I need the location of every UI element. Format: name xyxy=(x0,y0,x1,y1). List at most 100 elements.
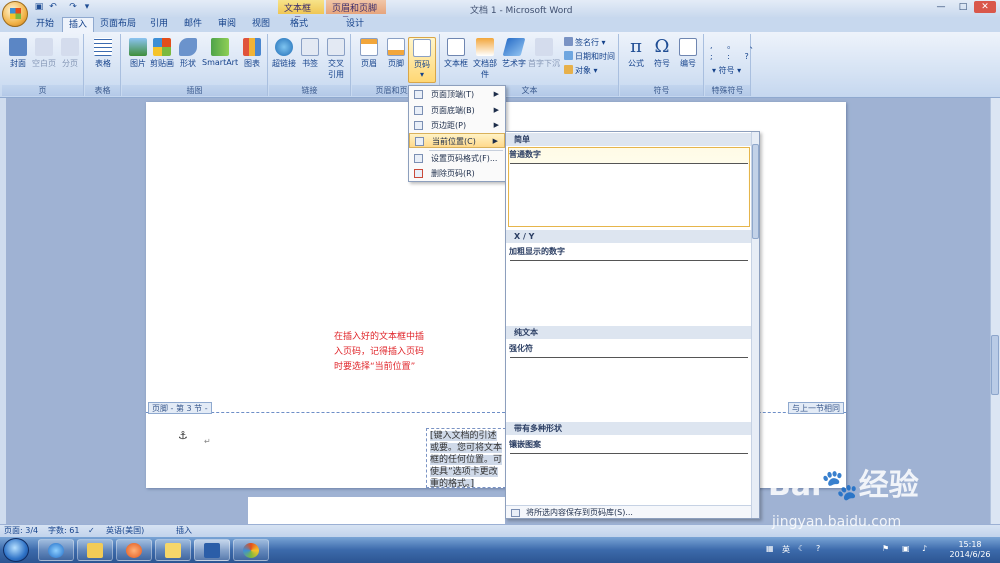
tab-format[interactable]: 格式 xyxy=(284,17,314,32)
taskbar-folder[interactable] xyxy=(155,539,191,561)
tab-view[interactable]: 视图 xyxy=(246,17,276,32)
gallery-preview[interactable] xyxy=(510,357,748,417)
signature-line-button[interactable]: 签名行 ▾ xyxy=(564,37,606,50)
maximize-button[interactable]: □ xyxy=(952,1,974,13)
page-number-button[interactable]: 页码 ▾ xyxy=(408,37,436,83)
paw-logo-icon: 🐾 xyxy=(821,468,859,503)
blank-page-button[interactable]: 空白页 xyxy=(30,37,58,81)
vertical-scroll-thumb[interactable] xyxy=(991,335,999,395)
tab-references[interactable]: 引用 xyxy=(144,17,174,32)
page-top-icon xyxy=(414,90,423,99)
menu-item-remove-page-numbers[interactable]: 删除页码(R) xyxy=(409,166,505,181)
blank-page-icon xyxy=(35,38,53,56)
quick-parts-button[interactable]: 文档部件 xyxy=(470,37,500,81)
chart-icon xyxy=(243,38,261,56)
footer-button[interactable]: 页脚 xyxy=(382,37,410,81)
paint-icon xyxy=(243,543,259,558)
volume-icon[interactable]: ♪ xyxy=(922,544,927,553)
word-count[interactable]: 字数: 61 xyxy=(48,525,79,537)
equation-button[interactable]: π 公式 xyxy=(622,37,650,81)
help-icon[interactable]: ? xyxy=(816,544,820,553)
cross-reference-button[interactable]: 交叉 引用 xyxy=(322,37,350,81)
clipart-icon xyxy=(153,38,171,56)
menu-item-bottom-of-page[interactable]: 页面底端(B) ▶ xyxy=(409,103,505,118)
bookmark-button[interactable]: 书签 xyxy=(296,37,324,81)
wordart-button[interactable]: 艺术字 xyxy=(500,37,528,81)
tab-review[interactable]: 审阅 xyxy=(212,17,242,32)
close-button[interactable]: ✕ xyxy=(974,1,996,13)
language-indicator[interactable]: 英语(美国) xyxy=(106,525,144,537)
taskbar-ie[interactable] xyxy=(38,539,74,561)
quick-parts-icon xyxy=(476,38,494,56)
flag-icon[interactable]: ⚑ xyxy=(882,544,889,553)
same-as-previous-label: 与上一节相同 xyxy=(788,402,844,414)
smartart-button[interactable]: SmartArt xyxy=(202,37,238,81)
start-button[interactable] xyxy=(3,538,29,562)
page-bottom-icon xyxy=(414,106,423,115)
gallery-item-name[interactable]: 强化符 xyxy=(509,343,533,354)
customize-qat-icon[interactable]: ▾ xyxy=(80,2,94,14)
next-page[interactable] xyxy=(248,497,505,525)
minimize-button[interactable]: — xyxy=(930,1,952,13)
save-to-gallery-button[interactable]: 将所选内容保存到页码库(S)... xyxy=(506,505,751,518)
taskbar-paint[interactable] xyxy=(233,539,269,561)
redo-icon[interactable]: ↷ xyxy=(66,2,80,14)
dropcap-button[interactable]: 首字下沉 xyxy=(528,37,560,81)
ime-indicator[interactable]: 英 xyxy=(782,544,790,555)
tab-home[interactable]: 开始 xyxy=(30,17,60,32)
page-break-button[interactable]: 分页 xyxy=(56,37,84,81)
menu-item-top-of-page[interactable]: 页面顶端(T) ▶ xyxy=(409,87,505,102)
object-icon xyxy=(564,65,573,74)
header-button[interactable]: 页眉 xyxy=(355,37,383,81)
network-icon[interactable]: ▣ xyxy=(902,544,910,553)
ie-icon xyxy=(48,543,64,558)
menu-item-format-page-numbers[interactable]: 设置页码格式(F)... xyxy=(409,151,505,166)
textbox-button[interactable]: 文本框 xyxy=(442,37,470,81)
shapes-button[interactable]: 形状 xyxy=(174,37,202,81)
gallery-item-name[interactable]: 加粗显示的数字 xyxy=(509,246,565,257)
format-icon xyxy=(414,154,423,163)
chevron-down-icon: ▾ xyxy=(419,70,424,79)
cover-button[interactable]: 封面 xyxy=(4,37,32,81)
tab-design[interactable]: 设计 xyxy=(340,17,370,32)
chart-button[interactable]: 图表 xyxy=(238,37,266,81)
page-count[interactable]: 页面: 3/4 xyxy=(4,525,38,537)
object-button[interactable]: 对象 ▾ xyxy=(564,65,598,78)
symbol-button[interactable]: Ω 符号 xyxy=(648,37,676,81)
menu-item-page-margins[interactable]: 页边距(P) ▶ xyxy=(409,118,505,133)
gallery-preview[interactable] xyxy=(510,453,748,503)
clipart-button[interactable]: 剪贴画 xyxy=(148,37,176,81)
footer-label: 页脚 - 第 3 节 - xyxy=(148,402,212,414)
special-symbol-dropdown[interactable]: ▾ 符号 ▾ xyxy=(712,65,741,78)
table-button[interactable]: 表格 xyxy=(89,37,117,81)
gallery-item-name[interactable]: 镶嵌图案 xyxy=(509,439,541,450)
dropcap-icon xyxy=(535,38,553,56)
save-gallery-icon xyxy=(511,509,520,517)
special-punctuation-row2[interactable]: ; : ? xyxy=(710,52,755,65)
tab-mailings[interactable]: 邮件 xyxy=(178,17,208,32)
date-time-button[interactable]: 日期和时间 xyxy=(564,51,615,64)
hyperlink-button[interactable]: 超链接 xyxy=(270,37,298,81)
numbering-button[interactable]: 编号 xyxy=(674,37,702,81)
keyboard-icon[interactable]: ▦ xyxy=(766,544,774,553)
clock[interactable]: 15:18 2014/6/26 xyxy=(942,540,998,562)
save-icon[interactable]: ▣ xyxy=(32,2,46,14)
undo-icon[interactable]: ↶ xyxy=(46,2,60,14)
submenu-arrow-icon: ▶ xyxy=(493,90,499,98)
folder-icon xyxy=(87,543,103,558)
office-button[interactable] xyxy=(2,1,28,27)
tab-insert[interactable]: 插入 xyxy=(62,17,94,32)
proofing-icon[interactable]: ✓ xyxy=(88,525,95,537)
gallery-preview[interactable] xyxy=(510,260,748,320)
tab-page-layout[interactable]: 页面布局 xyxy=(98,17,138,32)
smartart-icon xyxy=(211,38,229,56)
gallery-scroll-thumb[interactable] xyxy=(752,144,759,239)
page-margin-icon xyxy=(414,121,423,130)
taskbar-media-player[interactable] xyxy=(116,539,152,561)
menu-item-current-position[interactable]: 当前位置(C) ▶ xyxy=(409,133,505,148)
taskbar-word[interactable] xyxy=(194,539,230,561)
insert-mode[interactable]: 插入 xyxy=(176,525,192,537)
moon-icon[interactable]: ☾ xyxy=(798,544,805,553)
textbox-content[interactable]: [键入文档的引述或要。您可将文本框的任何位置。可使具”选项卡更改重的格式。] xyxy=(426,428,506,488)
taskbar-explorer[interactable] xyxy=(77,539,113,561)
